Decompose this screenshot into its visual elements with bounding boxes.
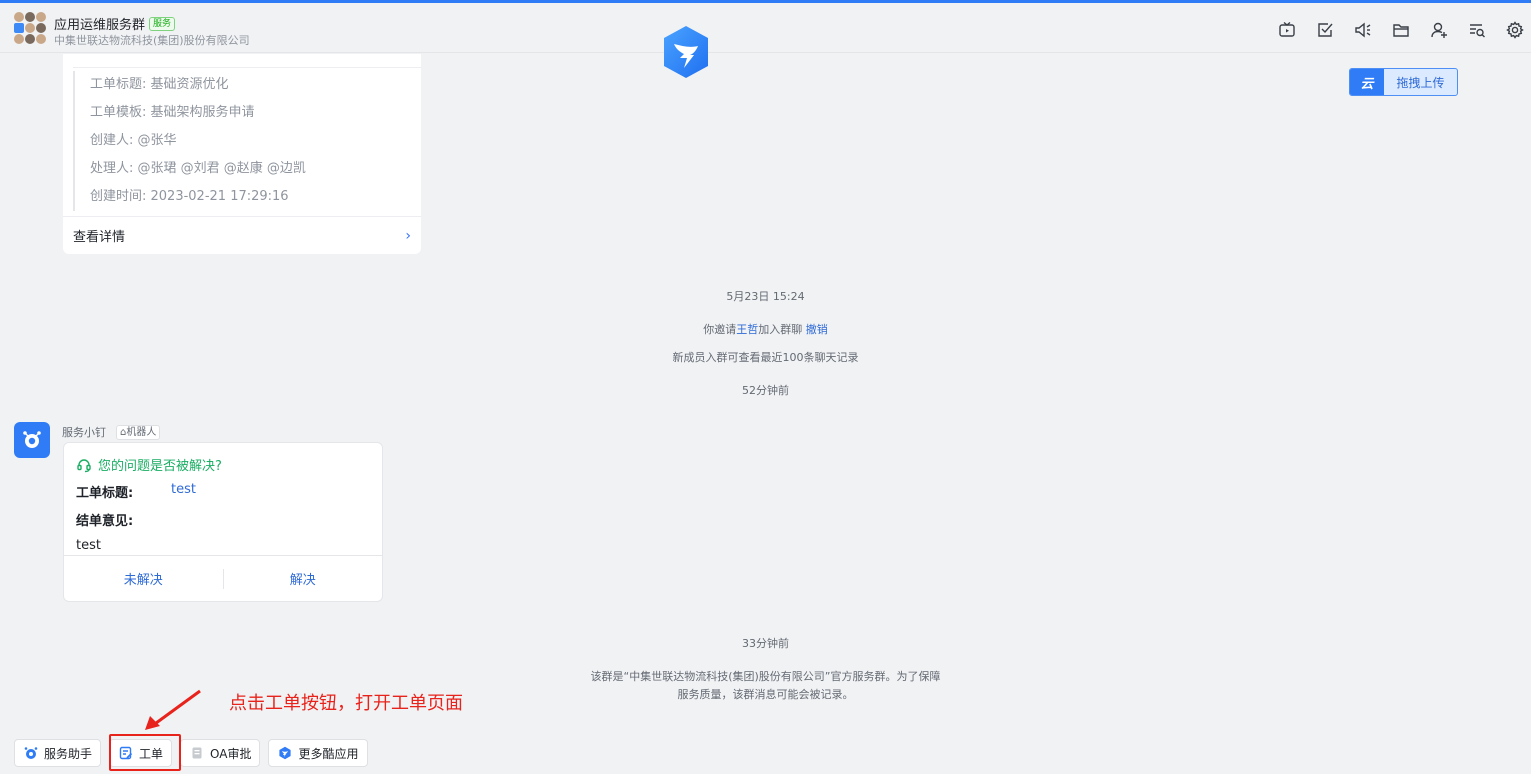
ticket-button-highlight <box>109 734 181 771</box>
view-details-label: 查看详情 <box>73 230 126 245</box>
tutorial-annotation: 点击工单按钮，打开工单页面 <box>229 693 463 714</box>
ticket-title-row: 工单标题: 基础资源优化 <box>90 77 229 92</box>
undo-invite-link[interactable]: 撤销 <box>806 323 828 336</box>
invite-notice: 你邀请王哲加入群聊 撤销 <box>0 321 1531 337</box>
annotation-arrow-icon <box>145 689 201 730</box>
invite-suffix: 加入群聊 <box>758 323 803 336</box>
header-toolbar <box>1277 20 1525 40</box>
more-apps-button[interactable]: 更多酷应用 <box>268 739 368 767</box>
settings-icon[interactable] <box>1505 20 1525 40</box>
card-divider <box>73 67 421 68</box>
timestamp: 5月23日 15:24 <box>726 290 805 303</box>
ticket-handlers-row: 处理人: @张珺 @刘君 @赵康 @边凯 <box>90 161 306 176</box>
robot-icon <box>23 431 41 448</box>
ticket-message-card: 工单标题: 基础资源优化 工单模板: 基础架构服务申请 创建人: @张华 处理人… <box>63 54 421 254</box>
invite-prefix: 你邀请 <box>703 323 737 336</box>
resolution-card: 您的问题是否被解决? 工单标题: test 结单意见: test 未解决 解决 <box>63 442 383 602</box>
robot-tag: ⌂机器人 <box>116 424 161 440</box>
close-opinion-value: test <box>76 538 101 553</box>
oa-approval-icon <box>192 747 202 759</box>
cool-app-icon <box>279 746 292 760</box>
resolution-question: 您的问题是否被解决? <box>76 455 222 474</box>
task-check-icon[interactable] <box>1315 20 1335 40</box>
close-opinion-label: 结单意见: <box>76 514 134 529</box>
bot-name: 服务小钉 <box>62 426 106 439</box>
group-title-text: 应用运维服务群 <box>54 18 146 33</box>
tv-icon[interactable] <box>1277 20 1297 40</box>
resolved-button[interactable]: 解决 <box>224 569 383 588</box>
drag-upload-label: 拖拽上传 <box>1396 75 1445 90</box>
drag-upload-button[interactable]: 云 拖拽上传 <box>1349 68 1458 96</box>
service-assistant-button[interactable]: 服务助手 <box>14 739 102 767</box>
view-details-link[interactable]: 查看详情 › <box>63 216 421 254</box>
service-badge: 服务 <box>149 16 176 31</box>
ticket-template-row: 工单模板: 基础架构服务申请 <box>90 105 255 120</box>
announcement-icon[interactable] <box>1353 20 1373 40</box>
dingtalk-logo-icon <box>664 26 708 78</box>
cloud-upload-icon: 云 <box>1350 69 1384 95</box>
invited-user-link[interactable]: 王哲 <box>736 323 758 336</box>
chat-header: 应用运维服务群 服务 中集世联达物流科技(集团)股份有限公司 <box>0 3 1531 53</box>
chevron-right-icon: › <box>405 227 411 244</box>
bot-sender: 服务小钉 ⌂机器人 <box>62 424 161 440</box>
app-shortcut-bar: 服务助手 工单 OA审批 更多酷应用 <box>14 739 368 767</box>
ticket-created-time-row: 创建时间: 2023-02-21 17:29:16 <box>90 189 289 204</box>
ticket-title-value: test <box>171 482 196 497</box>
assistant-icon <box>24 747 38 759</box>
group-title[interactable]: 应用运维服务群 服务 <box>54 14 176 33</box>
resolution-actions: 未解决 解决 <box>64 555 382 601</box>
search-history-icon[interactable] <box>1467 20 1487 40</box>
group-notice-line1: 该群是“中集世联达物流科技(集团)股份有限公司”官方服务群。为了保障 <box>590 670 941 683</box>
timestamp: 52分钟前 <box>742 384 789 397</box>
timestamp: 33分钟前 <box>742 637 789 650</box>
add-member-icon[interactable] <box>1429 20 1449 40</box>
headset-icon <box>77 458 91 472</box>
history-note: 新成员入群可查看最近100条聊天记录 <box>672 351 859 364</box>
ticket-info-list: 工单标题: 基础资源优化 工单模板: 基础架构服务申请 创建人: @张华 处理人… <box>73 71 306 211</box>
ticket-title-label: 工单标题: <box>76 486 134 501</box>
ticket-creator-row: 创建人: @张华 <box>90 133 177 148</box>
company-name: 中集世联达物流科技(集团)股份有限公司 <box>54 34 250 47</box>
folder-icon[interactable] <box>1391 20 1411 40</box>
oa-approval-button[interactable]: OA审批 <box>180 739 261 767</box>
bot-avatar[interactable] <box>14 422 50 458</box>
unresolved-button[interactable]: 未解决 <box>64 569 223 588</box>
group-avatar[interactable] <box>14 12 46 44</box>
